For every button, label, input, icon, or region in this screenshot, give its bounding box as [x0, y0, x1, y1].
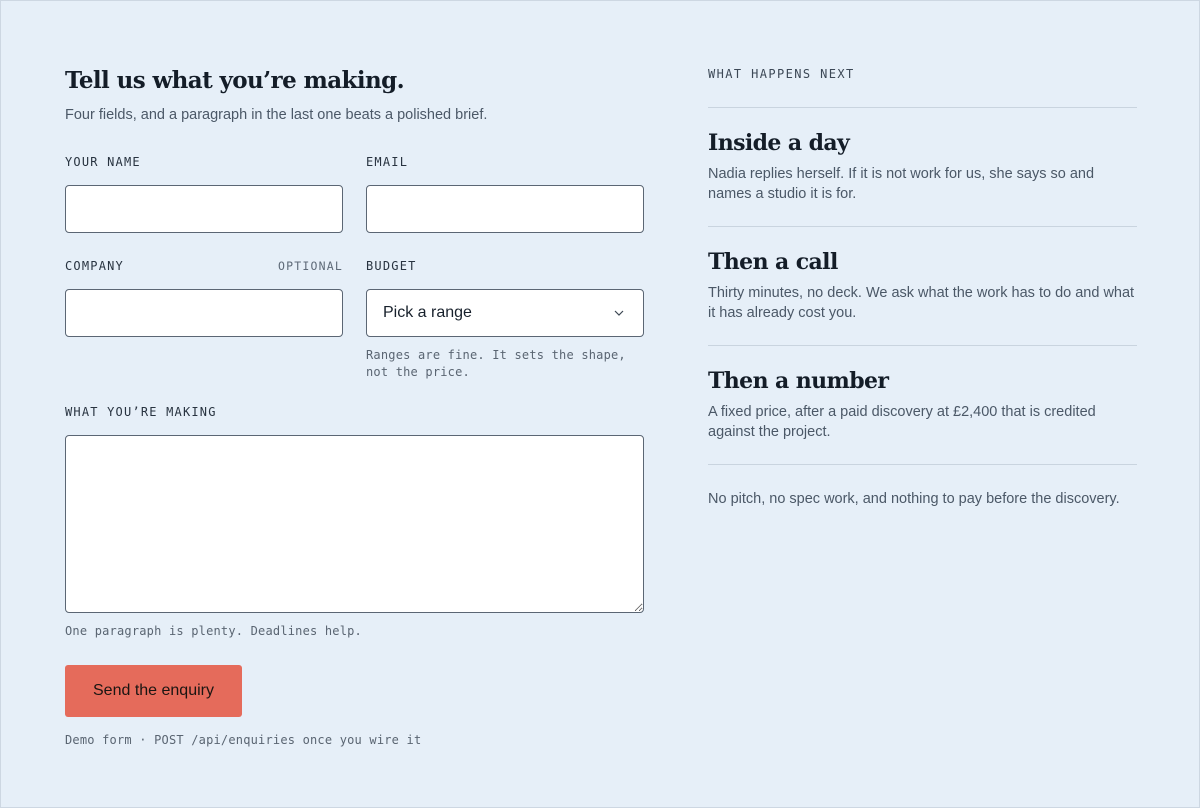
step-item: Then a call Thirty minutes, no deck. We … — [708, 227, 1137, 346]
budget-select[interactable]: Pick a range — [366, 289, 644, 337]
name-field-group: YOUR NAME — [65, 155, 343, 233]
chevron-down-icon — [614, 310, 624, 316]
email-input[interactable] — [366, 185, 644, 233]
company-budget-row: COMPANY OPTIONAL BUDGET Pick a range Ran… — [65, 259, 644, 381]
company-label-line: COMPANY OPTIONAL — [65, 259, 343, 277]
email-field-group: EMAIL — [366, 155, 644, 233]
step-body: Thirty minutes, no deck. We ask what the… — [708, 285, 1135, 321]
company-label: COMPANY — [65, 259, 124, 273]
step-body: Nadia replies herself. If it is not work… — [708, 166, 1095, 202]
company-field-group: COMPANY OPTIONAL — [65, 259, 343, 381]
next-steps-panel: WHAT HAPPENS NEXT Inside a day Nadia rep… — [708, 65, 1137, 509]
making-field-group: WHAT YOU’RE MAKING One paragraph is plen… — [65, 405, 644, 640]
step-title: Then a number — [708, 368, 889, 394]
step-item: Then a number A fixed price, after a pai… — [708, 346, 1137, 465]
budget-select-value: Pick a range — [383, 304, 472, 321]
next-steps-heading: WHAT HAPPENS NEXT — [708, 65, 1137, 108]
demo-note: Demo form · POST /api/enquiries once you… — [65, 733, 422, 747]
budget-label: BUDGET — [366, 259, 417, 273]
enquiry-page: Tell us what you’re making. Four fields,… — [0, 0, 1200, 808]
step-body: A fixed price, after a paid discovery at… — [708, 404, 1096, 440]
budget-label-line: BUDGET — [366, 259, 644, 277]
next-steps-footer: No pitch, no spec work, and nothing to p… — [708, 491, 1120, 507]
step-title: Inside a day — [708, 130, 850, 156]
form-subtitle: Four fields, and a paragraph in the last… — [65, 107, 488, 123]
making-hint: One paragraph is plenty. Deadlines help. — [65, 624, 362, 638]
email-label: EMAIL — [366, 155, 409, 169]
step-item: Inside a day Nadia replies herself. If i… — [708, 108, 1137, 227]
name-label: YOUR NAME — [65, 155, 141, 169]
form-title: Tell us what you’re making. — [65, 67, 405, 94]
company-optional-tag: OPTIONAL — [278, 259, 343, 273]
company-input[interactable] — [65, 289, 343, 337]
email-label-line: EMAIL — [366, 155, 644, 173]
making-label-line: WHAT YOU’RE MAKING — [65, 405, 644, 423]
name-email-row: YOUR NAME EMAIL — [65, 155, 644, 233]
budget-field-group: BUDGET Pick a range Ranges are fine. It … — [366, 259, 644, 381]
send-enquiry-button[interactable]: Send the enquiry — [65, 665, 242, 717]
budget-hint: Ranges are fine. It sets the shape, not … — [366, 348, 626, 379]
name-input[interactable] — [65, 185, 343, 233]
making-textarea[interactable] — [65, 435, 644, 613]
name-label-line: YOUR NAME — [65, 155, 343, 173]
enquiry-form: Tell us what you’re making. Four fields,… — [65, 65, 644, 747]
making-label: WHAT YOU’RE MAKING — [65, 405, 217, 419]
step-title: Then a call — [708, 249, 838, 275]
